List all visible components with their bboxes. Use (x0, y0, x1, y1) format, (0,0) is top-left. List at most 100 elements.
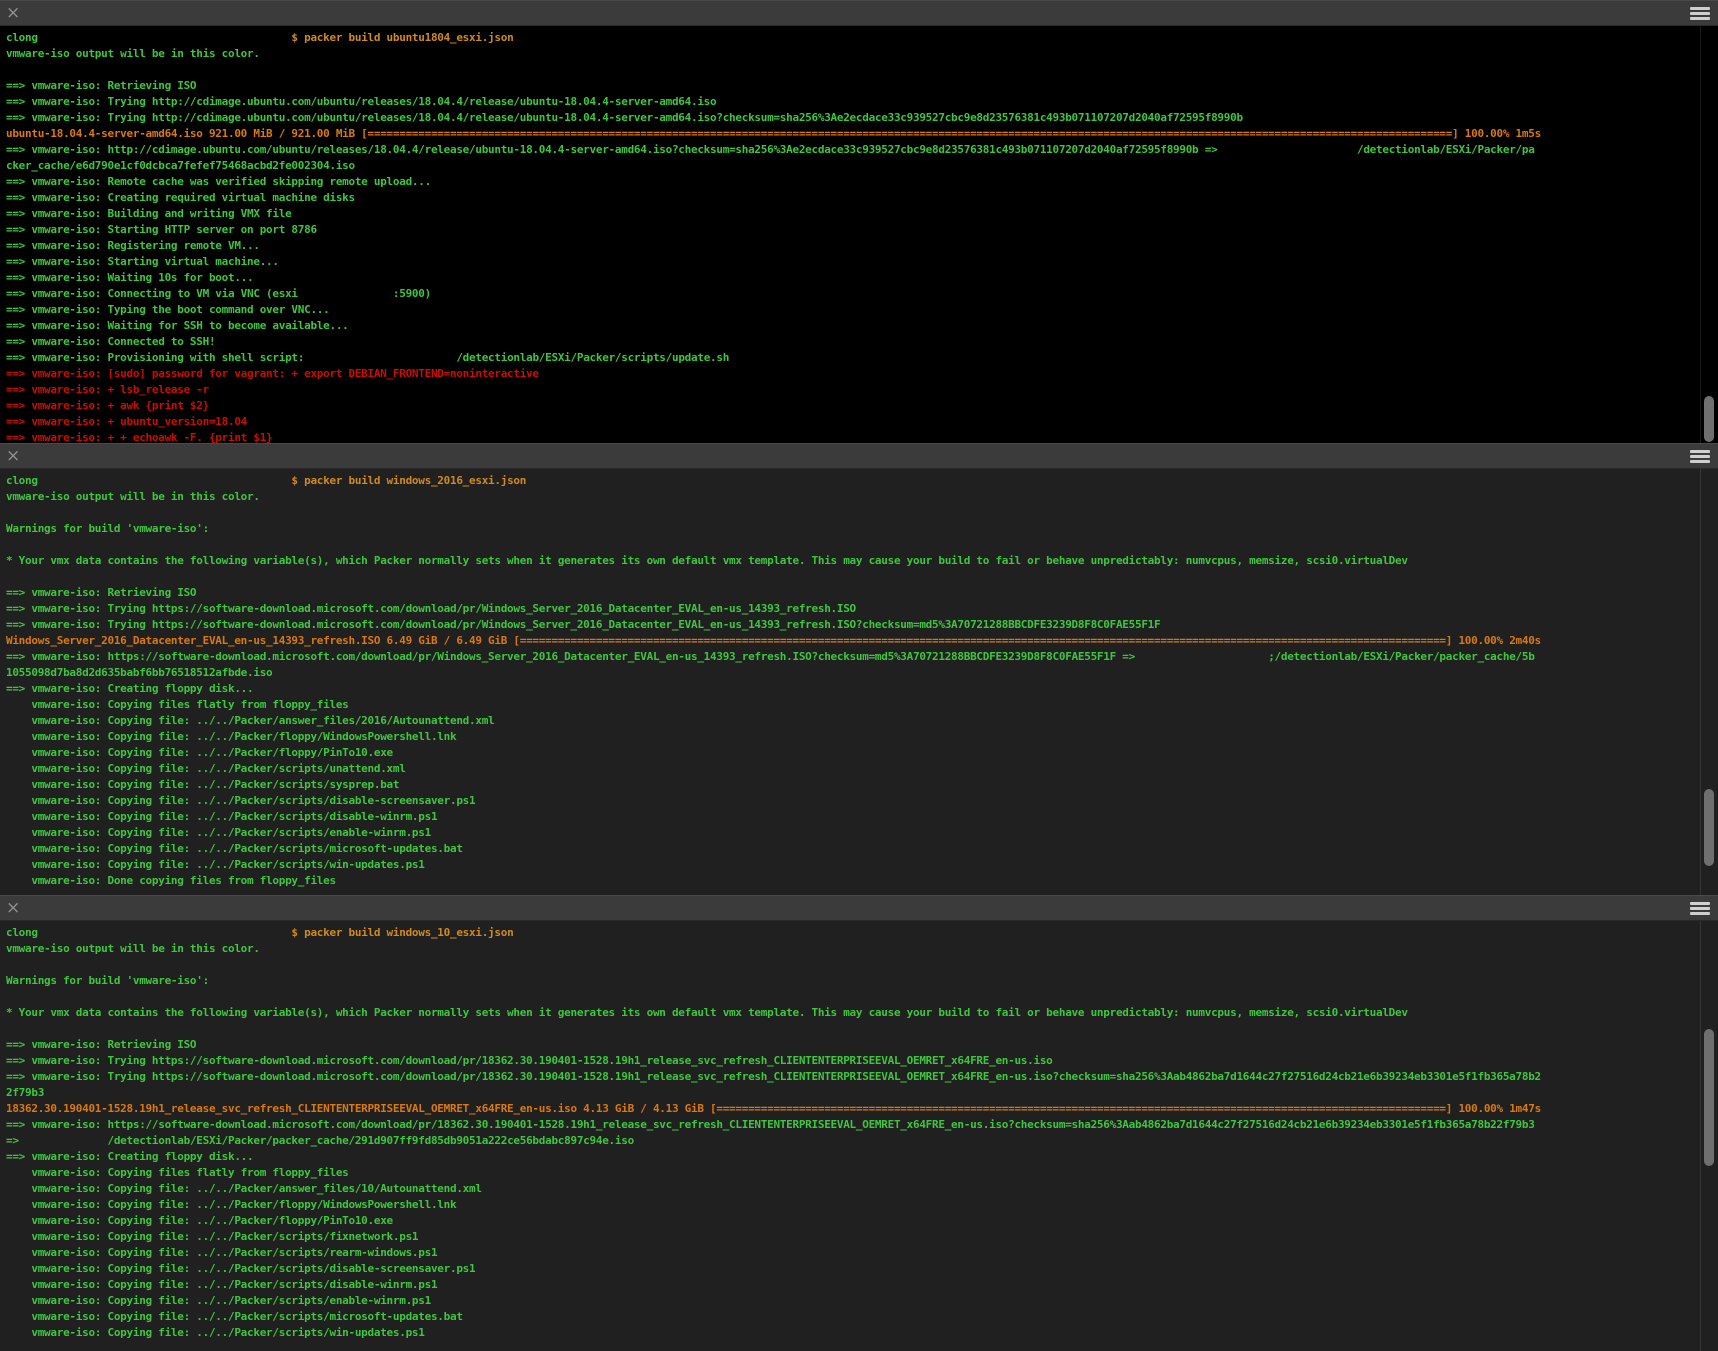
close-icon[interactable]: × (6, 900, 20, 917)
terminal-line: ==> vmware-iso: https://software-downloa… (6, 1117, 1700, 1133)
terminal-line: ==> vmware-iso: Waiting 10s for boot... (6, 270, 1700, 286)
terminal-line: * Your vmx data contains the following v… (6, 1005, 1700, 1021)
terminal-line (6, 1021, 1700, 1037)
terminal-line: 1055098d7ba8d2d635babf6bb76518512afbde.i… (6, 665, 1700, 681)
terminal-line (6, 505, 1700, 521)
terminal-line: vmware-iso: Copying file: ../../Packer/s… (6, 777, 1700, 793)
menu-icon[interactable] (1690, 902, 1710, 915)
scrollbar-thumb[interactable] (1704, 396, 1714, 442)
terminal-line: ==> vmware-iso: http://cdimage.ubuntu.co… (6, 142, 1700, 158)
close-icon[interactable]: × (6, 448, 20, 465)
terminal-line: vmware-iso: Copying file: ../../Packer/s… (6, 1309, 1700, 1325)
terminal-line: ==> vmware-iso: + lsb_release -r (6, 382, 1700, 398)
terminal-line: ==> vmware-iso: Connecting to VM via VNC… (6, 286, 1700, 302)
terminal-line: vmware-iso: Copying file: ../../Packer/s… (6, 857, 1700, 873)
terminal-line: ==> vmware-iso: Connected to SSH! (6, 334, 1700, 350)
terminal-line: ==> vmware-iso: [sudo] password for vagr… (6, 366, 1700, 382)
terminal-line: ==> vmware-iso: Creating floppy disk... (6, 1149, 1700, 1165)
terminal-line: vmware-iso: Copying file: ../../Packer/f… (6, 1213, 1700, 1229)
terminal-line (6, 537, 1700, 553)
terminal-line: ==> vmware-iso: Trying https://software-… (6, 601, 1700, 617)
pane-titlebar[interactable]: × (0, 443, 1718, 469)
terminal-line: vmware-iso: Copying file: ../../Packer/f… (6, 1197, 1700, 1213)
terminal-line: vmware-iso: Copying file: ../../Packer/a… (6, 1181, 1700, 1197)
terminal-line: Windows_Server_2016_Datacenter_EVAL_en-u… (6, 633, 1700, 649)
terminal-line: ==> vmware-iso: Creating floppy disk... (6, 681, 1700, 697)
terminal-line: ==> vmware-iso: Trying https://software-… (6, 1069, 1700, 1085)
scrollbar[interactable] (1700, 469, 1718, 895)
terminal-line: ==> vmware-iso: Trying https://software-… (6, 617, 1700, 633)
terminal-line (6, 569, 1700, 585)
close-icon[interactable]: × (6, 5, 20, 22)
terminal-output[interactable]: clong $ packer build ubuntu1804_esxi.jso… (0, 26, 1700, 443)
menu-icon[interactable] (1690, 7, 1710, 20)
terminal-line: ==> vmware-iso: Waiting for SSH to becom… (6, 318, 1700, 334)
terminal-line: ==> vmware-iso: Starting HTTP server on … (6, 222, 1700, 238)
pane-packer-ubuntu1804: × clong $ packer build ubuntu1804_esxi.j… (0, 0, 1718, 443)
terminal-line: clong $ packer build windows_10_esxi.jso… (6, 925, 1700, 941)
terminal-line: ==> vmware-iso: Trying http://cdimage.ub… (6, 110, 1700, 126)
terminal-line: vmware-iso: Copying file: ../../Packer/a… (6, 713, 1700, 729)
terminal-line: ==> vmware-iso: + awk {print $2} (6, 398, 1700, 414)
terminal-line: vmware-iso: Copying file: ../../Packer/f… (6, 745, 1700, 761)
terminal-line: vmware-iso: Copying file: ../../Packer/s… (6, 793, 1700, 809)
menu-icon[interactable] (1690, 450, 1710, 463)
terminal-line: cker_cache/e6d790e1cf0dcbca7fefef75468ac… (6, 158, 1700, 174)
terminal-line: ==> vmware-iso: Typing the boot command … (6, 302, 1700, 318)
terminal-line: vmware-iso: Copying files flatly from fl… (6, 697, 1700, 713)
terminal-line: ==> vmware-iso: Provisioning with shell … (6, 350, 1700, 366)
terminal-line: vmware-iso: Copying file: ../../Packer/f… (6, 729, 1700, 745)
terminal-line: ==> vmware-iso: Remote cache was verifie… (6, 174, 1700, 190)
terminal-line: vmware-iso output will be in this color. (6, 46, 1700, 62)
terminal-line: vmware-iso: Copying file: ../../Packer/s… (6, 1293, 1700, 1309)
terminal-line: Warnings for build 'vmware-iso': (6, 973, 1700, 989)
pane-titlebar[interactable]: × (0, 895, 1718, 921)
terminal-line (6, 62, 1700, 78)
terminal-line: vmware-iso: Copying file: ../../Packer/s… (6, 761, 1700, 777)
pane-packer-windows2016: × clong $ packer build windows_2016_esxi… (0, 443, 1718, 895)
terminal-line: vmware-iso: Copying file: ../../Packer/s… (6, 1261, 1700, 1277)
terminal-output[interactable]: clong $ packer build windows_2016_esxi.j… (0, 469, 1700, 895)
terminal-line: vmware-iso: Done copying files from flop… (6, 873, 1700, 889)
terminal-line: ==> vmware-iso: Registering remote VM... (6, 238, 1700, 254)
terminal-line: vmware-iso: Copying file: ../../Packer/s… (6, 1229, 1700, 1245)
terminal-line: 18362.30.190401-1528.19h1_release_svc_re… (6, 1101, 1700, 1117)
scrollbar[interactable] (1700, 26, 1718, 443)
pane-packer-windows10: × clong $ packer build windows_10_esxi.j… (0, 895, 1718, 1351)
terminal-line: ==> vmware-iso: Building and writing VMX… (6, 206, 1700, 222)
terminal-line: => /detectionlab/ESXi/Packer/packer_cach… (6, 1133, 1700, 1149)
terminal-line: vmware-iso: Copying file: ../../Packer/s… (6, 1245, 1700, 1261)
terminal-line: ==> vmware-iso: Retrieving ISO (6, 585, 1700, 601)
terminal-line: vmware-iso: Copying file: ../../Packer/s… (6, 825, 1700, 841)
pane-titlebar[interactable]: × (0, 0, 1718, 26)
scrollbar-thumb[interactable] (1704, 789, 1714, 867)
terminal-line: vmware-iso: Copying files flatly from fl… (6, 1165, 1700, 1181)
terminal-line: vmware-iso: Copying file: ../../Packer/s… (6, 841, 1700, 857)
terminal-line: ==> vmware-iso: Retrieving ISO (6, 78, 1700, 94)
scrollbar-thumb[interactable] (1704, 1029, 1714, 1167)
terminal-line: vmware-iso output will be in this color. (6, 941, 1700, 957)
terminal-line: ==> vmware-iso: Retrieving ISO (6, 1037, 1700, 1053)
terminal-line (6, 989, 1700, 1005)
terminal-line: vmware-iso output will be in this color. (6, 489, 1700, 505)
terminal-line: ==> vmware-iso: Trying http://cdimage.ub… (6, 94, 1700, 110)
terminal-line: ==> vmware-iso: + + echoawk -F. {print $… (6, 430, 1700, 443)
terminal-line: clong $ packer build ubuntu1804_esxi.jso… (6, 30, 1700, 46)
terminal-line: ==> vmware-iso: Trying https://software-… (6, 1053, 1700, 1069)
terminal-output[interactable]: clong $ packer build windows_10_esxi.jso… (0, 921, 1700, 1351)
terminal-line: * Your vmx data contains the following v… (6, 553, 1700, 569)
terminal-line: clong $ packer build windows_2016_esxi.j… (6, 473, 1700, 489)
terminal-line: ==> vmware-iso: https://software-downloa… (6, 649, 1700, 665)
terminal-line: Warnings for build 'vmware-iso': (6, 521, 1700, 537)
terminal-line: ==> vmware-iso: + ubuntu_version=18.04 (6, 414, 1700, 430)
scrollbar[interactable] (1700, 921, 1718, 1351)
terminal-line: ==> vmware-iso: Starting virtual machine… (6, 254, 1700, 270)
terminal-line: 2f79b3 (6, 1085, 1700, 1101)
terminal-line: vmware-iso: Copying file: ../../Packer/s… (6, 809, 1700, 825)
terminal-line: vmware-iso: Copying file: ../../Packer/s… (6, 1325, 1700, 1341)
terminal-line: ==> vmware-iso: Creating required virtua… (6, 190, 1700, 206)
terminal-line: vmware-iso: Copying file: ../../Packer/s… (6, 1277, 1700, 1293)
terminal-line: ubuntu-18.04.4-server-amd64.iso 921.00 M… (6, 126, 1700, 142)
terminal-multiplexer: × clong $ packer build ubuntu1804_esxi.j… (0, 0, 1718, 1351)
terminal-line (6, 957, 1700, 973)
